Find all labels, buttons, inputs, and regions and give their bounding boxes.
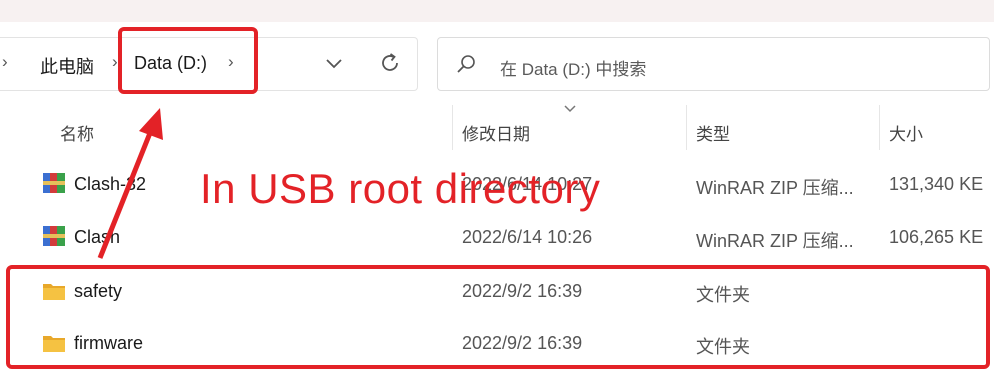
search-icon [457, 55, 475, 73]
winrar-zip-icon [43, 173, 65, 193]
winrar-zip-icon [43, 226, 65, 246]
chevron-down-icon[interactable] [324, 57, 344, 71]
highlight-box-drive [118, 27, 258, 94]
file-modified: 2022/6/14 10:26 [462, 227, 593, 247]
file-size: 131,340 KE [889, 174, 984, 194]
file-type: WinRAR ZIP 压缩... [696, 178, 854, 198]
column-header-name[interactable]: 名称 [60, 120, 94, 145]
file-size: 106,265 KE [889, 227, 984, 247]
highlight-box-folders [6, 265, 990, 369]
breadcrumb-separator[interactable]: › [2, 52, 8, 72]
window-top-strip [0, 0, 994, 22]
column-header-size[interactable]: 大小 [889, 120, 923, 145]
column-divider[interactable] [686, 105, 687, 150]
column-header-type[interactable]: 类型 [696, 120, 730, 145]
search-placeholder: 在 Data (D:) 中搜索 [500, 60, 647, 79]
breadcrumb-separator[interactable]: › [112, 52, 118, 72]
sort-chevron-icon [564, 105, 576, 113]
file-name[interactable]: Clash-32 [74, 174, 146, 195]
file-name[interactable]: Clash [74, 227, 120, 248]
annotation-label: In USB root directory [200, 165, 601, 212]
refresh-icon[interactable] [378, 51, 402, 75]
breadcrumb-this-pc[interactable]: 此电脑 [40, 53, 94, 79]
file-type: WinRAR ZIP 压缩... [696, 231, 854, 251]
column-divider[interactable] [452, 105, 453, 150]
column-header-modified[interactable]: 修改日期 [462, 120, 530, 145]
column-divider[interactable] [879, 105, 880, 150]
